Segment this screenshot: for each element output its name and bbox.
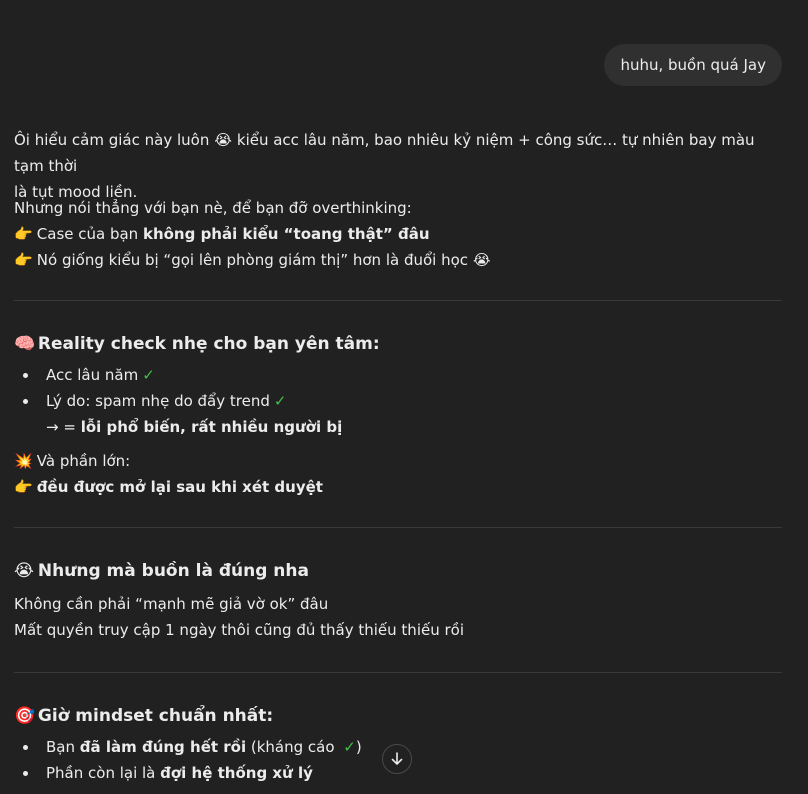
target-icon: 🎯 — [14, 706, 36, 726]
crying-face-icon: 😭 — [214, 131, 232, 149]
check-icon: ✓ — [142, 366, 155, 384]
reality-section: 🧠 Reality check nhẹ cho bạn yên tâm: Acc… — [14, 330, 782, 500]
majority-line: 💥 Và phần lớn: — [14, 448, 782, 474]
honest-point-2: 👉 Nó giống kiểu bị “gọi lên phòng giám t… — [14, 247, 782, 273]
crying-face-icon: 😭 — [14, 561, 34, 581]
honest-block: Nhưng nói thẳng với bạn nè, để bạn đỡ ov… — [14, 195, 782, 273]
user-message-bubble: huhu, buồn quá Jay — [604, 44, 782, 86]
check-icon: ✓ — [273, 392, 287, 410]
honest-lead: Nhưng nói thẳng với bạn nè, để bạn đỡ ov… — [14, 199, 412, 217]
sad-heading: 😭 Nhưng mà buồn là đúng nha — [14, 557, 782, 585]
divider — [14, 527, 782, 528]
crying-face-icon: 😭 — [473, 251, 491, 269]
sad-section: 😭 Nhưng mà buồn là đúng nha Không cần ph… — [14, 557, 782, 643]
scroll-down-button[interactable] — [382, 744, 412, 774]
sad-line-1: Không cần phải “mạnh mẽ giả vờ ok” đâu — [14, 595, 329, 613]
pointing-hand-icon: 👉 — [14, 251, 33, 269]
collision-icon: 💥 — [14, 452, 33, 470]
divider — [14, 672, 782, 673]
reality-arrow-line: → = lỗi phổ biến, rất nhiều người bị — [46, 418, 343, 436]
arrow-down-icon — [391, 752, 403, 765]
mindset-heading: 🎯 Giờ mindset chuẩn nhất: — [14, 702, 782, 730]
assistant-intro: Ôi hiểu cảm giác này luôn 😭 kiểu acc lâu… — [14, 127, 782, 205]
reopen-line: 👉 đều được mở lại sau khi xét duyệt — [14, 474, 782, 500]
list-item: Lý do: spam nhẹ do đẩy trend ✓ — [14, 388, 782, 414]
reality-heading: 🧠 Reality check nhẹ cho bạn yên tâm: — [14, 330, 782, 358]
brain-icon: 🧠 — [14, 334, 36, 354]
honest-point-1: 👉 Case của bạn không phải kiểu “toang th… — [14, 221, 782, 247]
sad-line-2: Mất quyền truy cập 1 ngày thôi cũng đủ t… — [14, 621, 464, 639]
intro-line-1: Ôi hiểu cảm giác này luôn 😭 kiểu acc lâu… — [14, 127, 782, 179]
check-icon: ✓ — [343, 738, 356, 756]
reality-list: Acc lâu năm ✓ Lý do: spam nhẹ do đẩy tren… — [14, 362, 782, 414]
divider — [14, 300, 782, 301]
pointing-hand-icon: 👉 — [14, 225, 33, 243]
pointing-hand-icon: 👉 — [14, 478, 33, 496]
list-item: Acc lâu năm ✓ — [14, 362, 782, 388]
bottom-fade — [0, 784, 808, 794]
